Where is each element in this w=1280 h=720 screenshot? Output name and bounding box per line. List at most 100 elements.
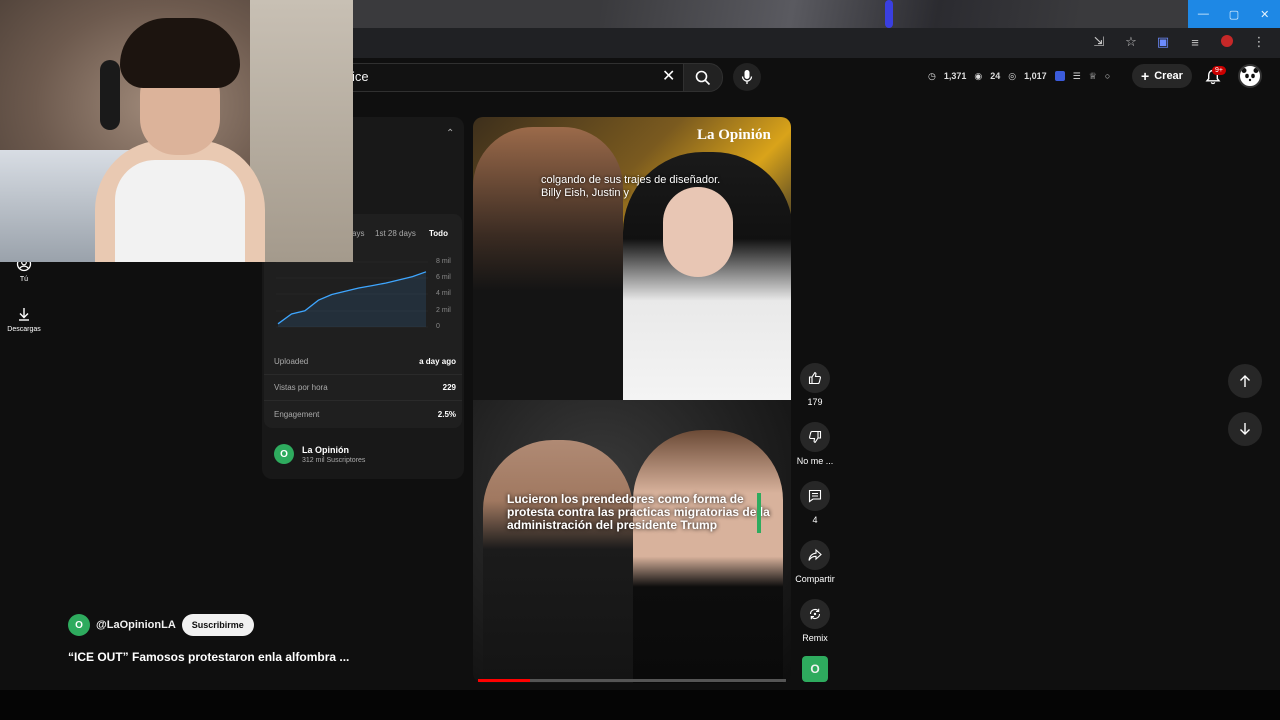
arrow-down-icon (1240, 423, 1250, 435)
person-figure (473, 127, 623, 400)
chart-y-tick: 6 mil (436, 274, 451, 281)
like-circle (800, 363, 830, 393)
stat-row-views-per-hour: Vistas por hora 229 (274, 383, 456, 392)
stat-row-engagement: Engagement 2.5% (274, 410, 456, 419)
stat-label: Engagement (274, 410, 320, 419)
webcam-person-shirt (115, 160, 245, 262)
download-icon (19, 308, 29, 321)
search-query-text: ice (352, 69, 369, 84)
stat-likes: 1,017 (1024, 71, 1047, 81)
period-tab-7days[interactable]: ays (352, 229, 364, 238)
close-window-button[interactable]: ✕ (1249, 0, 1280, 28)
chart-y-tick: 2 mil (436, 307, 451, 314)
person-face (663, 187, 733, 277)
video-channel-row: O @LaOpinionLA Suscribirme (68, 614, 254, 636)
remix-circle (800, 599, 830, 629)
create-button[interactable]: + Crear (1132, 64, 1192, 88)
remix-button[interactable]: Remix (800, 599, 830, 643)
thumbs-down-icon (809, 430, 822, 443)
tab-strip-background (600, 0, 1080, 28)
stat-label: Uploaded (274, 357, 309, 366)
like-button[interactable]: 179 (800, 363, 830, 407)
eye-icon: ◉ (974, 70, 983, 81)
channel-subscribers: 312 mil Suscriptores (302, 456, 366, 464)
clock-icon: ◷ (928, 70, 936, 81)
video-title[interactable]: “ICE OUT” Famosos protestaron enla alfom… (68, 650, 349, 664)
subscribe-button[interactable]: Suscribirme (181, 614, 254, 636)
shorts-video-player[interactable]: La Opinión colgando de sus trajes de dis… (473, 117, 791, 683)
comments-button[interactable]: 4 (800, 481, 830, 525)
share-button[interactable]: Compartir (795, 540, 835, 584)
voice-search-button[interactable] (733, 63, 761, 91)
dislike-label: No me ... (796, 456, 834, 466)
sidebar-item-downloads[interactable]: Descargas (0, 306, 48, 333)
media-icon[interactable]: ≡ (1186, 35, 1204, 50)
tab-accent (885, 0, 893, 28)
collapse-chevron-icon[interactable]: ⌃ (446, 128, 454, 139)
stat-value: 2.5% (437, 410, 456, 419)
star-icon[interactable]: ☆ (1122, 34, 1140, 50)
chart-series-area (278, 271, 426, 327)
comment-icon (808, 489, 822, 503)
dislike-button[interactable]: No me ... (797, 422, 833, 466)
previous-video-button[interactable] (1228, 364, 1262, 398)
sidebar-item-label: Descargas (7, 326, 41, 333)
panda-avatar-icon (1241, 68, 1259, 84)
divider (264, 400, 462, 401)
headphones-icon (100, 60, 120, 130)
channel-handle[interactable]: @LaOpinionLA (96, 619, 176, 631)
video-caption-bottom: Lucieron los prendedores como forma de p… (507, 492, 770, 532)
list-icon[interactable]: ☰ (1073, 71, 1081, 82)
chart-y-tick: 4 mil (436, 290, 451, 297)
share-label: Compartir (795, 574, 835, 584)
extension-icon[interactable]: ▣ (1154, 34, 1172, 50)
microphone-icon (741, 70, 753, 84)
channel-name: La Opinión (302, 444, 349, 455)
chat-icon[interactable]: ○ (1105, 71, 1110, 81)
stat-views: 1,371 (943, 71, 967, 81)
webcam-person-hair (120, 18, 240, 88)
period-tab-28days[interactable]: 1st 28 days (375, 229, 416, 238)
caption-line: colgando de sus trajes de diseñador. (541, 174, 721, 186)
divider (264, 374, 462, 375)
audio-channel-thumbnail[interactable]: O (802, 656, 828, 682)
caption-line: Billy Eish, Justin y (541, 187, 630, 199)
install-icon[interactable]: ⇲ (1090, 34, 1108, 50)
period-tab-all[interactable]: Todo (429, 229, 448, 238)
extension-logo-icon[interactable] (1054, 71, 1065, 81)
like-count: 179 (807, 397, 823, 407)
webcam-wall (250, 0, 353, 262)
panel-channel-row[interactable]: O La Opinión 312 mil Suscriptores (274, 444, 365, 464)
minimize-button[interactable]: — (1188, 0, 1219, 28)
chart-y-tick: 0 (436, 323, 440, 330)
taskbar (0, 690, 1280, 720)
search-button[interactable] (683, 63, 723, 92)
thumbs-up-icon (808, 372, 821, 385)
video-watermark: La Opinión (697, 127, 771, 143)
channel-logo[interactable]: O (68, 614, 90, 636)
next-video-button[interactable] (1228, 412, 1262, 446)
menu-icon[interactable]: ⋮ (1250, 34, 1268, 50)
share-circle (800, 540, 830, 570)
caption-accent-bar (757, 493, 761, 533)
search-icon (695, 70, 711, 85)
clear-search-icon[interactable]: ✕ (662, 66, 675, 86)
webcam-overlay (0, 0, 353, 262)
account-avatar[interactable] (1238, 64, 1262, 88)
stat-value: a day ago (419, 357, 456, 366)
maximize-button[interactable]: ▢ (1219, 0, 1250, 28)
video-frame-bottom (473, 400, 791, 683)
profile-icon[interactable] (1218, 34, 1236, 50)
comment-count: 4 (812, 515, 818, 525)
window-controls: — ▢ ✕ (1188, 0, 1280, 28)
notification-badge: 9+ (1212, 66, 1226, 75)
trophy-icon[interactable]: ♕ (1089, 71, 1097, 82)
stat-value: 229 (442, 383, 456, 392)
sidebar-item-label: Tú (19, 276, 29, 283)
video-progress-fill (478, 679, 530, 682)
arrow-up-icon (1240, 375, 1250, 387)
stat-label: Vistas por hora (274, 383, 328, 392)
stat-watching: 24 (990, 71, 1001, 81)
share-arrow-icon (808, 548, 822, 561)
create-label: Crear (1154, 70, 1183, 82)
